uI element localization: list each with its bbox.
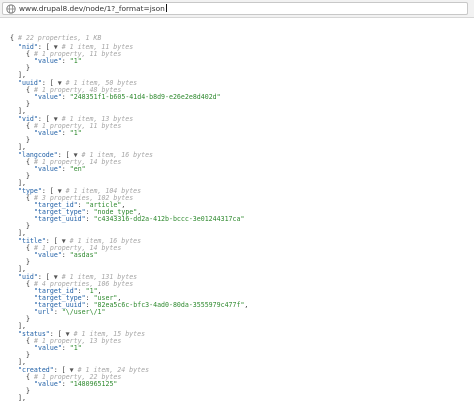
json-line: { # 22 properties, 1 KB	[10, 34, 101, 42]
json-punctuation: ],	[18, 143, 26, 151]
json-punctuation: }	[26, 172, 30, 180]
url-input[interactable]: www.drupal8.dev/node/1?_format=json	[2, 2, 468, 15]
json-string-value: "1"	[69, 57, 82, 65]
json-punctuation: }	[26, 258, 30, 266]
json-punctuation: ,	[244, 301, 249, 309]
json-key: "value"	[34, 344, 62, 352]
json-punctuation: :	[61, 57, 70, 65]
url-text: www.drupal8.dev/node/1?_format=json	[19, 4, 167, 13]
json-punctuation: }	[26, 387, 30, 395]
json-punctuation: :	[53, 308, 62, 316]
json-key: "value"	[34, 129, 62, 137]
json-line: ],	[18, 229, 26, 237]
json-string-value: "\/user\/1"	[61, 308, 106, 316]
json-line: ],	[18, 107, 26, 115]
json-punctuation: :	[61, 129, 70, 137]
json-punctuation: {	[26, 122, 34, 130]
json-line: }	[26, 136, 30, 144]
json-line: }	[26, 172, 30, 180]
json-line: ],	[18, 179, 26, 187]
json-punctuation: ],	[18, 179, 26, 187]
json-punctuation: }	[26, 64, 30, 72]
json-line: ],	[18, 358, 26, 366]
json-line: ],	[18, 322, 26, 330]
json-comment: # 22 properties, 1 KB	[17, 34, 102, 42]
json-punctuation: {	[26, 86, 34, 94]
json-line: ],	[18, 265, 26, 273]
json-string-value: "1"	[69, 344, 82, 352]
json-punctuation: {	[10, 34, 18, 42]
json-line: }	[26, 387, 30, 395]
json-punctuation: ],	[18, 265, 26, 273]
json-punctuation: ],	[18, 358, 26, 366]
json-punctuation: ],	[18, 229, 26, 237]
json-punctuation: :	[61, 93, 70, 101]
json-punctuation: ],	[18, 71, 26, 79]
json-punctuation: }	[26, 100, 30, 108]
json-string-value: "248351f1-b605-41d4-b8d9-e26e2e8d402d"	[69, 93, 221, 101]
json-punctuation: {	[26, 244, 34, 252]
json-line: "value": "asdas"	[34, 251, 98, 259]
json-line: ],	[18, 143, 26, 151]
globe-icon	[6, 4, 16, 14]
json-string-value: "82ea5c6c-bfc3-4ad0-80da-3555979c477f"	[93, 301, 245, 309]
json-key: "value"	[34, 251, 62, 259]
json-line: "target_uuid": "c4343316-dd2a-412b-bccc-…	[34, 215, 244, 223]
json-string-value: "en"	[69, 165, 86, 173]
json-string-value: "c4343316-dd2a-412b-bccc-3e01244317ca"	[93, 215, 245, 223]
text-caret	[165, 4, 167, 12]
json-punctuation: }	[26, 136, 30, 144]
json-line: }	[26, 100, 30, 108]
json-line: }	[26, 222, 30, 230]
json-key: "url"	[34, 308, 54, 316]
json-punctuation: }	[26, 351, 30, 359]
json-punctuation: :	[61, 165, 70, 173]
json-line: }	[26, 351, 30, 359]
json-punctuation: }	[26, 222, 30, 230]
json-line: ],	[18, 71, 26, 79]
json-punctuation: ],	[18, 322, 26, 330]
json-line: }	[26, 64, 30, 72]
json-line: "value": "248351f1-b605-41d4-b8d9-e26e2e…	[34, 93, 221, 101]
json-punctuation: {	[26, 337, 34, 345]
json-punctuation: {	[26, 158, 34, 166]
json-string-value: "1480965125"	[69, 380, 118, 388]
json-punctuation: ],	[18, 107, 26, 115]
json-punctuation: :	[61, 380, 70, 388]
json-key: "target_uuid"	[34, 215, 86, 223]
json-line: "value": "1"	[34, 344, 82, 352]
json-key: "value"	[34, 57, 62, 65]
json-line: "value": "1"	[34, 129, 82, 137]
json-line: "value": "1480965125"	[34, 380, 117, 388]
json-key: "value"	[34, 380, 62, 388]
json-line: }	[26, 258, 30, 266]
json-line: "url": "\/user\/1"	[34, 308, 105, 316]
json-string-value: "1"	[69, 129, 82, 137]
json-line: "value": "1"	[34, 57, 82, 65]
json-line: }	[26, 315, 30, 323]
browser-address-bar: www.drupal8.dev/node/1?_format=json	[0, 0, 474, 18]
json-punctuation: }	[26, 315, 30, 323]
json-punctuation: {	[26, 50, 34, 58]
json-punctuation: :	[61, 251, 70, 259]
json-string-value: "asdas"	[69, 251, 98, 259]
json-punctuation: :	[85, 215, 94, 223]
json-key: "value"	[34, 93, 62, 101]
json-key: "value"	[34, 165, 62, 173]
json-punctuation: :	[61, 344, 70, 352]
json-punctuation: {	[26, 194, 34, 202]
json-punctuation: {	[26, 280, 34, 288]
json-punctuation: {	[26, 373, 34, 381]
json-line: "value": "en"	[34, 165, 86, 173]
